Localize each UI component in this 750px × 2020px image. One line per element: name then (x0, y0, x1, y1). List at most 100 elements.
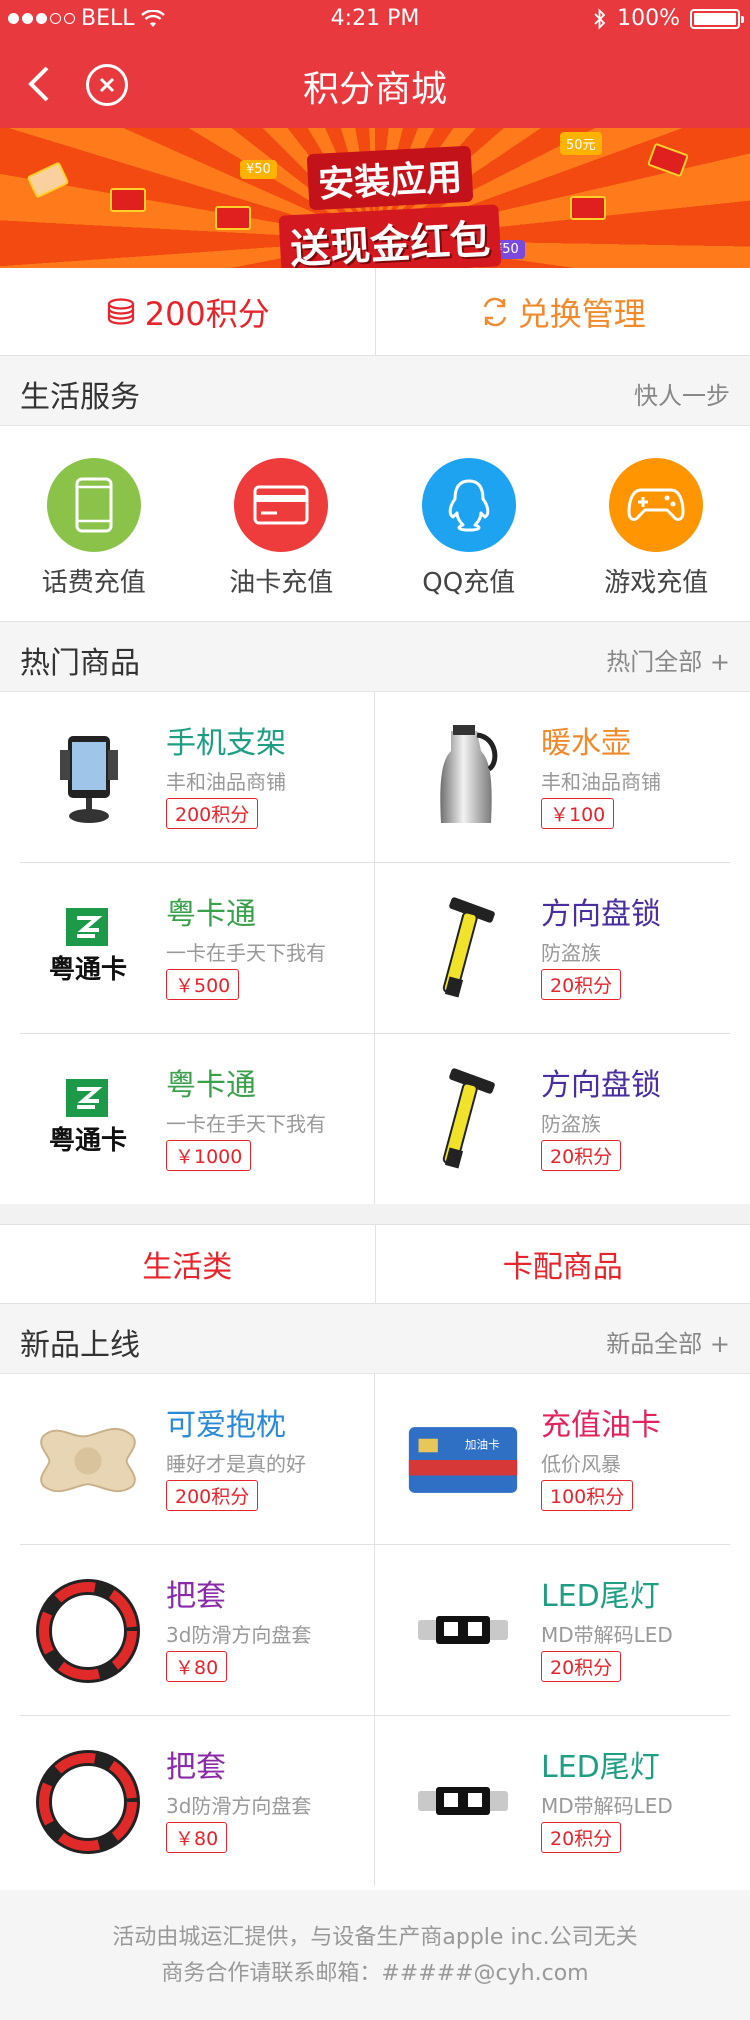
new-products-header: 新品上线 新品全部 + (0, 1304, 750, 1374)
thermos-icon (405, 720, 521, 836)
category-tabs: 生活类 卡配商品 (0, 1224, 750, 1304)
card-icon (234, 458, 329, 552)
yuetong-card-icon: 粤通卡 (30, 1062, 146, 1178)
hot-products-grid: 手机支架 丰和油品商铺 200积分 暖水壶 丰和油品商铺 ￥100 粤通卡 粤卡通 一卡在手天下… (0, 692, 750, 1204)
product-price-badge: 100积分 (541, 1480, 634, 1511)
product-price-badge: ￥1000 (166, 1140, 252, 1171)
product-shop: 3d防滑方向盘套 (166, 1623, 312, 1647)
product-name: 暖水壶 (541, 726, 631, 761)
hot-all-link[interactable]: 热门全部 + (606, 642, 730, 677)
red-envelope-icon (570, 196, 606, 220)
exchange-manage-button[interactable]: 兑换管理 (376, 268, 750, 355)
section-title: 热门商品 (20, 646, 140, 681)
product-price-badge: 20积分 (541, 1822, 622, 1853)
service-fuel-card-recharge[interactable]: 油卡充值 (188, 426, 376, 621)
product-card[interactable]: 方向盘锁防盗族 20积分 (375, 863, 750, 1033)
product-card[interactable]: 方向盘锁防盗族 20积分 (375, 1034, 750, 1204)
product-shop: 丰和油品商铺 (166, 770, 286, 794)
product-card[interactable]: LED尾灯 MD带解码LED 20积分 (375, 1716, 750, 1886)
yuetong-card-icon: 粤通卡 (30, 891, 146, 1007)
status-bar: BELL 4:21 PM 100% (0, 0, 750, 40)
product-name: 手机支架 (166, 726, 286, 761)
product-card[interactable]: LED尾灯 MD带解码LED 20积分 (375, 1545, 750, 1715)
product-card[interactable]: 可爱抱枕睡好才是真的好 200积分 (0, 1374, 375, 1544)
points-row: 200积分 兑换管理 (0, 268, 750, 356)
product-name: 粤卡通 (166, 897, 256, 932)
footer-contact: 商务合作请联系邮箱：#####@cyh.com (161, 1961, 589, 1986)
category-card-accessories[interactable]: 卡配商品 (376, 1225, 750, 1303)
service-phone-recharge[interactable]: 话费充值 (0, 426, 188, 621)
red-envelope-icon (646, 142, 690, 178)
product-name: 把套 (166, 1579, 226, 1614)
new-products-grid: 可爱抱枕睡好才是真的好 200积分 加油卡 充值油卡低价风暴 100积分把套 3d防滑方向… (0, 1374, 750, 1890)
product-price-badge: ￥500 (166, 969, 240, 1000)
product-shop: 低价风暴 (541, 1452, 621, 1476)
svg-text:加油卡: 加油卡 (465, 1437, 500, 1451)
product-name: 把套 (166, 1750, 226, 1785)
led-bulb-icon (405, 1744, 521, 1860)
red-envelope-icon (26, 161, 70, 199)
product-name: 粤卡通 (166, 1068, 256, 1103)
exchange-icon (483, 297, 506, 326)
nav-bar: 积分商城 (0, 40, 750, 128)
product-card[interactable]: 加油卡 充值油卡低价风暴 100积分 (375, 1374, 750, 1544)
footer-disclaimer: 活动由城运汇提供，与设备生产商apple inc.公司无关 (112, 1925, 638, 1950)
life-service-more-link[interactable]: 快人一步 (634, 376, 730, 411)
product-name: 方向盘锁 (541, 897, 661, 932)
qq-icon (421, 458, 516, 552)
service-game-recharge[interactable]: 游戏充值 (563, 426, 750, 621)
product-card[interactable]: 手机支架丰和油品商铺 200积分 (0, 692, 375, 862)
product-card[interactable]: 把套 3d防滑方向盘套 ￥80 (0, 1545, 375, 1715)
points-balance-button[interactable]: 200积分 (0, 268, 376, 355)
category-life[interactable]: 生活类 (0, 1225, 376, 1303)
new-all-link[interactable]: 新品全部 + (606, 1324, 730, 1359)
section-title: 生活服务 (20, 380, 140, 415)
page-title: 积分商城 (302, 69, 447, 110)
product-card[interactable]: 把套 3d防滑方向盘套 ￥80 (0, 1716, 375, 1886)
product-price-badge: ￥80 (166, 1822, 228, 1853)
pillow-icon (30, 1402, 146, 1518)
product-price-badge: 20积分 (541, 1140, 622, 1171)
banner-line2: 送现金红包 (278, 204, 502, 268)
product-name: LED尾灯 (541, 1579, 660, 1614)
product-card[interactable]: 粤通卡 粤卡通一卡在手天下我有 ￥500 (0, 863, 375, 1033)
steering-lock-icon (405, 891, 521, 1007)
steering-lock-icon (405, 1062, 521, 1178)
product-price-badge: 20积分 (541, 1651, 622, 1682)
product-price-badge: ￥100 (541, 798, 615, 829)
product-price-badge: 200积分 (166, 798, 259, 829)
product-name: 充值油卡 (541, 1408, 661, 1443)
battery-icon (690, 8, 744, 29)
hot-products-header: 热门商品 热门全部 + (0, 622, 750, 692)
product-shop: 睡好才是真的好 (166, 1452, 306, 1476)
product-name: 方向盘锁 (541, 1068, 661, 1103)
footer: 活动由城运汇提供，与设备生产商apple inc.公司无关 商务合作请联系邮箱：… (0, 1890, 750, 2020)
product-shop: 一卡在手天下我有 (166, 941, 326, 965)
service-qq-recharge[interactable]: QQ充值 (375, 426, 563, 621)
section-title: 新品上线 (20, 1328, 140, 1363)
product-price-badge: 200积分 (166, 1480, 259, 1511)
svg-text:粤通卡: 粤通卡 (49, 954, 127, 985)
product-price-badge: 20积分 (541, 969, 622, 1000)
header: BELL 4:21 PM 100% 积分商城 (0, 0, 750, 128)
service-label: 游戏充值 (604, 568, 709, 598)
red-envelope-icon (215, 206, 251, 230)
product-shop: 一卡在手天下我有 (166, 1112, 326, 1136)
page: BELL 4:21 PM 100% 积分商城 ¥50 50元 ¥50 安装应用 … (0, 0, 750, 2020)
promo-banner[interactable]: ¥50 50元 ¥50 安装应用 送现金红包 (0, 128, 750, 268)
product-shop: 丰和油品商铺 (541, 770, 661, 794)
product-shop: MD带解码LED (541, 1794, 673, 1818)
product-card[interactable]: 暖水壶丰和油品商铺 ￥100 (375, 692, 750, 862)
product-shop: 防盗族 (541, 1112, 601, 1136)
banner-headline: 安装应用 送现金红包 (270, 145, 510, 268)
product-price-badge: ￥80 (166, 1651, 228, 1682)
banner-line1: 安装应用 (306, 145, 474, 211)
svg-text:粤通卡: 粤通卡 (49, 1125, 127, 1156)
product-shop: 3d防滑方向盘套 (166, 1794, 312, 1818)
life-services: 话费充值 油卡充值 QQ充值 游戏充值 (0, 426, 750, 622)
product-shop: 防盗族 (541, 941, 601, 965)
coins-icon (107, 297, 134, 325)
product-card[interactable]: 粤通卡 粤卡通一卡在手天下我有 ￥1000 (0, 1034, 375, 1204)
product-name: 可爱抱枕 (166, 1408, 286, 1443)
battery-percent: 100% (617, 6, 680, 31)
